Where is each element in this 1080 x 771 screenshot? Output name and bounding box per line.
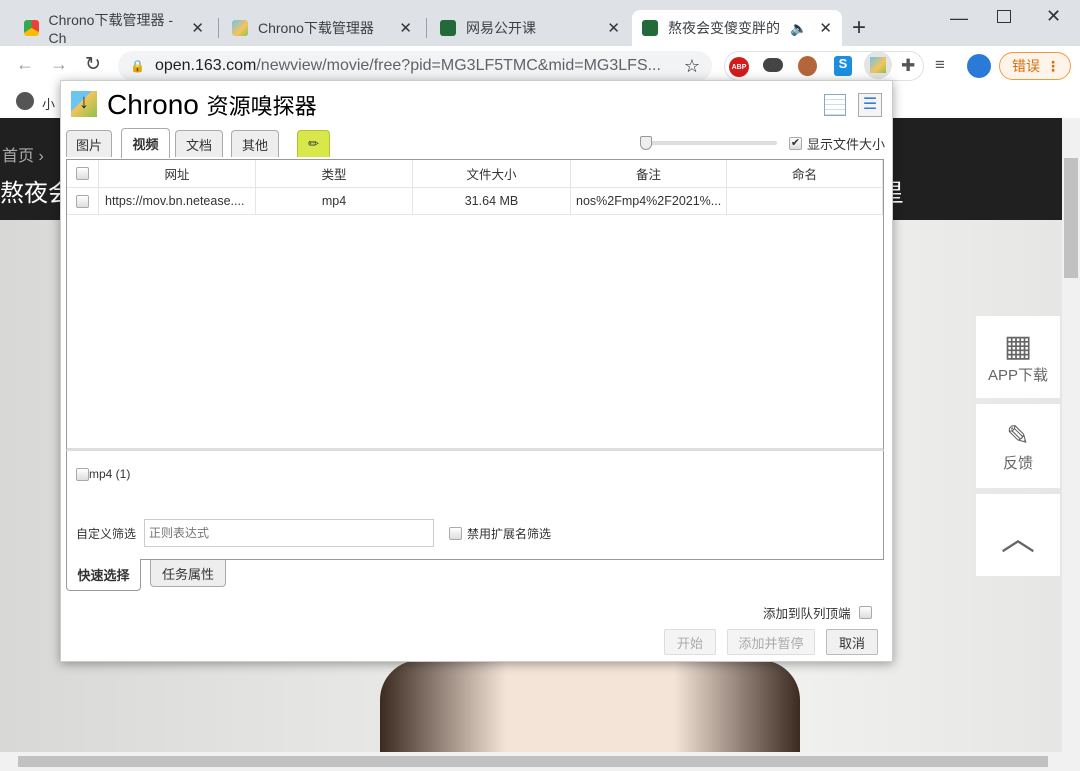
tab-title: Chrono下载管理器 <box>258 20 374 36</box>
bookmark-item[interactable]: 小 <box>42 94 55 113</box>
checkbox[interactable]: ✔ <box>789 137 802 150</box>
tab-task-properties[interactable]: 任务属性 <box>150 560 226 587</box>
close-icon[interactable]: ✕ <box>191 19 204 37</box>
tab-images[interactable]: 图片 <box>66 130 112 157</box>
tab-other[interactable]: 其他 <box>231 130 279 157</box>
back-button[interactable]: ← <box>16 54 34 75</box>
tab-videos[interactable]: 视频 <box>121 128 170 158</box>
column-header-name[interactable]: 命名 <box>727 160 883 187</box>
grid-view-icon[interactable] <box>824 94 846 116</box>
tab-title: 网易公开课 <box>466 20 536 36</box>
adblock-icon[interactable]: ABP <box>729 57 749 77</box>
extension-icon[interactable] <box>763 58 783 72</box>
column-header-type[interactable]: 类型 <box>256 160 413 187</box>
popup-title: Chrono 资源嗅探器 <box>107 89 317 120</box>
edit-pencil-button[interactable]: ✏ <box>297 130 330 157</box>
tab-title: 熬夜会变傻变胖的科 <box>668 20 780 36</box>
edit-icon: ✎ <box>1006 420 1030 451</box>
extensions-bar <box>724 51 924 81</box>
cell-note: nos%2Fmp4%2F2021%... <box>571 188 727 214</box>
menu-icon[interactable]: ⋮ <box>1046 58 1060 75</box>
start-button[interactable]: 开始 <box>664 629 716 655</box>
table-row[interactable]: https://mov.bn.netease.... mp4 31.64 MB … <box>67 188 883 215</box>
chrono-icon <box>232 20 248 36</box>
close-icon[interactable]: ✕ <box>819 19 832 37</box>
tab-quick-select[interactable]: 快速选择 <box>66 559 141 591</box>
add-to-queue-top-checkbox[interactable]: 添加到队列顶端 <box>763 603 872 622</box>
tab-title: Chrono下载管理器 - Ch <box>48 12 173 46</box>
play-icon <box>642 20 658 36</box>
avatar[interactable] <box>967 54 991 78</box>
qr-code-icon: ▦ <box>1003 330 1033 363</box>
size-slider[interactable] <box>641 141 777 145</box>
forward-button[interactable]: → <box>50 54 68 75</box>
list-view-icon[interactable]: ☰ <box>858 93 882 117</box>
cancel-button[interactable]: 取消 <box>826 629 878 655</box>
ext-filter-mp4[interactable]: mp4 (1) <box>76 467 130 481</box>
custom-filter-label: 自定义筛选 <box>76 527 137 541</box>
cell-name[interactable] <box>727 188 883 214</box>
close-icon[interactable]: ✕ <box>607 19 620 37</box>
pencil-icon: ✏ <box>308 136 319 151</box>
row-checkbox[interactable] <box>67 188 99 214</box>
maximize-button[interactable] <box>997 10 1011 23</box>
lock-icon: 🔒 <box>130 59 145 73</box>
slider-handle[interactable] <box>640 136 652 150</box>
column-header-size[interactable]: 文件大小 <box>413 160 571 187</box>
resource-table: 网址 类型 文件大小 备注 命名 https://mov.bn.netease.… <box>66 159 884 451</box>
audio-icon[interactable]: 🔈 <box>790 20 807 37</box>
tab-chrono-1[interactable]: Chrono下载管理器 - Ch ✕ <box>14 10 214 46</box>
tab-chrono-2[interactable]: Chrono下载管理器 ✕ <box>222 10 422 46</box>
cell-type: mp4 <box>256 188 413 214</box>
chrome-icon <box>24 20 39 36</box>
address-bar[interactable]: 🔒 open.163.com/newview/movie/free?pid=MG3… <box>118 51 712 81</box>
back-to-top-button[interactable]: ︿ <box>976 494 1060 576</box>
error-button[interactable]: 错误 ⋮ <box>999 52 1071 80</box>
close-icon[interactable]: ✕ <box>399 19 412 37</box>
tab-163[interactable]: 网易公开课 ✕ <box>430 10 630 46</box>
close-window-button[interactable]: ✕ <box>1046 6 1061 27</box>
s-extension-icon[interactable]: S <box>834 56 852 76</box>
disable-ext-filter-checkbox[interactable]: 禁用扩展名筛选 <box>449 525 551 542</box>
tab-docs[interactable]: 文档 <box>175 130 223 157</box>
chrono-sniffer-popup: ↓ Chrono 资源嗅探器 ☰ 图片 视频 文档 其他 ✏ ✔ 显示文件大小 网… <box>60 80 893 662</box>
app-download-button[interactable]: ▦ APP下载 <box>976 316 1060 398</box>
column-header-note[interactable]: 备注 <box>571 160 727 187</box>
feedback-button[interactable]: ✎ 反馈 <box>976 404 1060 488</box>
horizontal-scrollbar[interactable] <box>0 752 1080 771</box>
vertical-scrollbar[interactable] <box>1062 118 1080 752</box>
add-and-pause-button[interactable]: 添加并暂停 <box>727 629 815 655</box>
new-tab-button[interactable]: + <box>852 14 866 42</box>
column-header-url[interactable]: 网址 <box>99 160 256 187</box>
reload-button[interactable]: ↻ <box>85 53 101 76</box>
media-icon[interactable]: ≡ <box>935 55 945 75</box>
show-size-checkbox[interactable]: ✔ 显示文件大小 <box>789 134 885 153</box>
bookmark-avatar-icon <box>16 92 34 110</box>
cell-url: https://mov.bn.netease.... <box>99 188 256 214</box>
cell-size: 31.64 MB <box>413 188 571 214</box>
chevron-up-icon: ︿ <box>1001 519 1035 558</box>
puzzle-icon[interactable]: ✚ <box>901 56 915 76</box>
regex-input[interactable] <box>144 519 434 547</box>
chrono-logo-icon: ↓ <box>71 91 97 117</box>
chrono-extension-button[interactable] <box>864 51 892 79</box>
tab-active[interactable]: 熬夜会变傻变胖的科 🔈 ✕ <box>632 10 842 46</box>
monkey-icon[interactable] <box>798 56 817 76</box>
minimize-button[interactable]: — <box>950 8 968 29</box>
play-icon <box>440 20 456 36</box>
select-all-checkbox[interactable] <box>67 160 99 187</box>
star-icon[interactable]: ☆ <box>684 56 700 77</box>
breadcrumb[interactable]: 首页 › <box>2 142 44 166</box>
